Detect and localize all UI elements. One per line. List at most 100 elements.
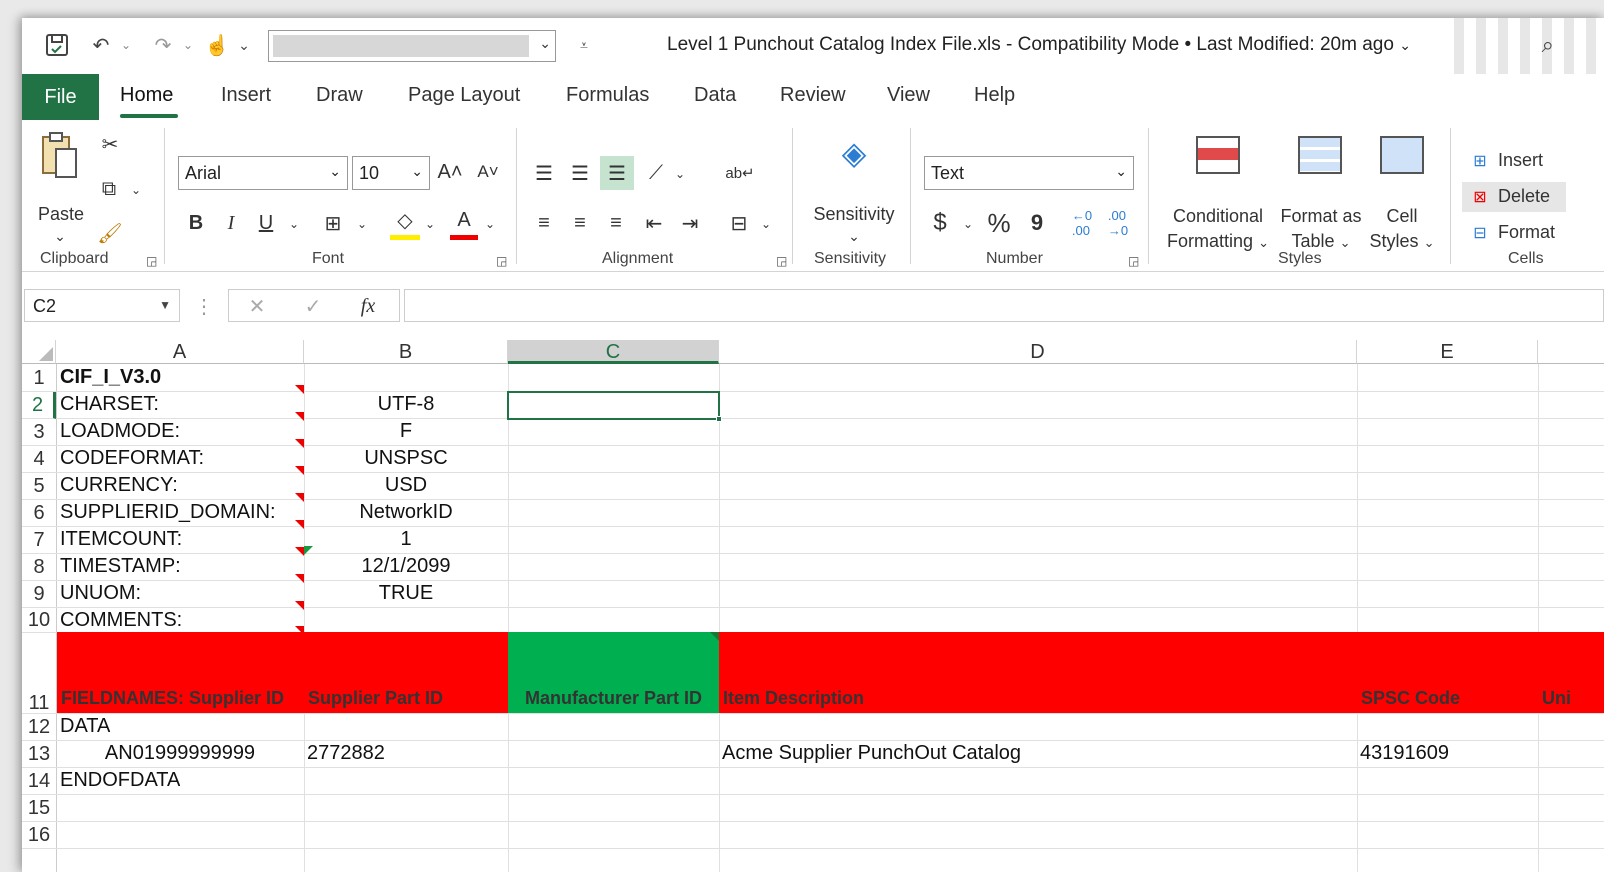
cell-a7[interactable]: ITEMCOUNT: [60, 528, 182, 551]
cell-d13[interactable]: Acme Supplier PunchOut Catalog [722, 742, 1021, 765]
conditional-formatting-button[interactable]: Conditional Formatting ⌄ [1160, 204, 1276, 255]
paste-dropdown-icon[interactable]: ⌄ [50, 228, 70, 245]
tab-page-layout[interactable]: Page Layout [408, 84, 520, 107]
document-title[interactable]: Level 1 Punchout Catalog Index File.xls … [667, 34, 1411, 56]
format-cells-icon[interactable]: ⊟ [1466, 220, 1494, 246]
cut-icon[interactable]: ✂ [96, 130, 124, 158]
borders-dropdown-icon[interactable]: ⌄ [354, 214, 370, 234]
underline-button[interactable]: U [252, 208, 280, 238]
error-indicator[interactable] [304, 546, 313, 555]
align-right-icon[interactable]: ≡ [602, 208, 630, 238]
increase-indent-icon[interactable]: ⇥ [676, 208, 704, 238]
cell-a10[interactable]: COMMENTS: [60, 609, 182, 632]
tab-insert[interactable]: Insert [221, 84, 271, 107]
cell-a13[interactable]: AN01999999999 [56, 742, 304, 765]
cell-b6[interactable]: NetworkID [304, 501, 508, 524]
cell-styles-icon[interactable] [1380, 136, 1424, 174]
row-header-10[interactable]: 10 [22, 608, 56, 633]
format-painter-icon[interactable]: 🖌 [96, 218, 124, 248]
dialog-launcher-icon[interactable]: ◲ [1128, 254, 1139, 268]
bottom-align-icon[interactable]: ☰ [600, 156, 634, 190]
cell-a3[interactable]: LOADMODE: [60, 420, 180, 443]
row-header-5[interactable]: 5 [22, 473, 56, 500]
increase-font-icon[interactable]: A˄ [436, 156, 464, 188]
row-header-15[interactable]: 15 [22, 795, 56, 822]
autosave-icon[interactable] [42, 30, 72, 60]
middle-align-icon[interactable]: ☰ [566, 158, 594, 188]
row-header-13[interactable]: 13 [22, 741, 56, 768]
comma-style-button[interactable]: 9 [1024, 206, 1050, 240]
format-as-table-icon[interactable] [1298, 136, 1342, 174]
delete-cells-button[interactable]: Delete [1498, 186, 1550, 207]
percent-button[interactable]: % [984, 206, 1014, 240]
cell-b8[interactable]: 12/1/2099 [304, 555, 508, 578]
insert-cells-button[interactable]: Insert [1498, 150, 1543, 171]
row-header-2[interactable]: 2 [22, 392, 56, 419]
conditional-formatting-icon[interactable] [1196, 136, 1240, 174]
tab-review[interactable]: Review [780, 84, 846, 107]
cell-a9[interactable]: UNUOM: [60, 582, 141, 605]
fill-color-icon[interactable]: ◇ [390, 206, 420, 240]
column-header-e[interactable]: E [1357, 340, 1538, 364]
cell-a8[interactable]: TIMESTAMP: [60, 555, 181, 578]
decrease-indent-icon[interactable]: ⇤ [640, 208, 668, 238]
comment-indicator[interactable] [710, 632, 719, 641]
cell-b11[interactable]: Supplier Part ID [304, 632, 508, 713]
fill-handle[interactable] [716, 416, 722, 422]
insert-function-icon[interactable]: fx [353, 292, 383, 320]
comment-indicator[interactable] [295, 520, 304, 529]
cell-b5[interactable]: USD [304, 474, 508, 497]
row-header-1[interactable]: 1 [22, 365, 56, 392]
row-header-12[interactable]: 12 [22, 714, 56, 741]
touch-mode-icon[interactable]: ☝ [202, 30, 232, 60]
search-icon[interactable]: ⌕ [1542, 32, 1554, 58]
enter-icon[interactable]: ✓ [299, 292, 327, 320]
cell-e13[interactable]: 43191609 [1360, 742, 1449, 765]
italic-button[interactable]: I [218, 208, 244, 238]
tab-home[interactable]: Home [120, 84, 173, 107]
cell-a5[interactable]: CURRENCY: [60, 474, 178, 497]
merge-center-icon[interactable]: ⊟ [724, 208, 754, 238]
row-header-6[interactable]: 6 [22, 500, 56, 527]
cell-a14[interactable]: ENDOFDATA [60, 769, 180, 792]
undo-dropdown-icon[interactable]: ⌄ [118, 30, 134, 60]
touch-dropdown-icon[interactable]: ⌄ [236, 30, 252, 60]
merge-dropdown-icon[interactable]: ⌄ [758, 214, 774, 234]
row-header-7[interactable]: 7 [22, 527, 56, 554]
column-header-a[interactable]: A [56, 340, 304, 364]
font-color-dropdown-icon[interactable]: ⌄ [482, 214, 498, 234]
cell-b2[interactable]: UTF-8 [304, 393, 508, 416]
more-options-icon[interactable]: ⋮ [194, 292, 214, 320]
cell-a4[interactable]: CODEFORMAT: [60, 447, 204, 470]
name-box[interactable]: C2 ▼ [24, 289, 180, 322]
row-header-9[interactable]: 9 [22, 581, 56, 608]
cell-a6[interactable]: SUPPLIERID_DOMAIN: [60, 501, 276, 524]
row-header-14[interactable]: 14 [22, 768, 56, 795]
row-header-8[interactable]: 8 [22, 554, 56, 581]
cell-c11[interactable]: Manufacturer Part ID [508, 632, 719, 713]
sensitivity-button[interactable]: Sensitivity [804, 204, 904, 225]
comment-indicator[interactable] [295, 439, 304, 448]
undo-icon[interactable]: ↶ [86, 30, 116, 60]
active-cell-c2[interactable] [507, 391, 722, 422]
decrease-font-icon[interactable]: A˅ [474, 156, 502, 188]
orientation-dropdown-icon[interactable]: ⌄ [672, 164, 688, 184]
insert-cells-icon[interactable]: ⊞ [1466, 148, 1494, 174]
comment-indicator[interactable] [295, 385, 304, 394]
cell-b9[interactable]: TRUE [304, 582, 508, 605]
wrap-text-icon[interactable]: ab↵ [725, 158, 754, 188]
tab-data[interactable]: Data [694, 84, 736, 107]
column-header-c[interactable]: C [508, 340, 719, 364]
quick-access-combo[interactable]: ⌄ [268, 30, 556, 62]
cancel-icon[interactable]: ✕ [243, 292, 271, 320]
cell-b7[interactable]: 1 [304, 528, 508, 551]
dialog-launcher-icon[interactable]: ◲ [776, 254, 787, 268]
decrease-decimal-icon[interactable]: .00 →0 [1102, 206, 1134, 240]
formula-input[interactable] [404, 289, 1604, 322]
tab-view[interactable]: View [887, 84, 930, 107]
format-cells-button[interactable]: Format [1498, 222, 1555, 243]
tab-file[interactable]: File [22, 74, 99, 120]
bold-button[interactable]: B [182, 208, 210, 238]
comment-indicator[interactable] [295, 466, 304, 475]
align-center-icon[interactable]: ≡ [566, 208, 594, 238]
